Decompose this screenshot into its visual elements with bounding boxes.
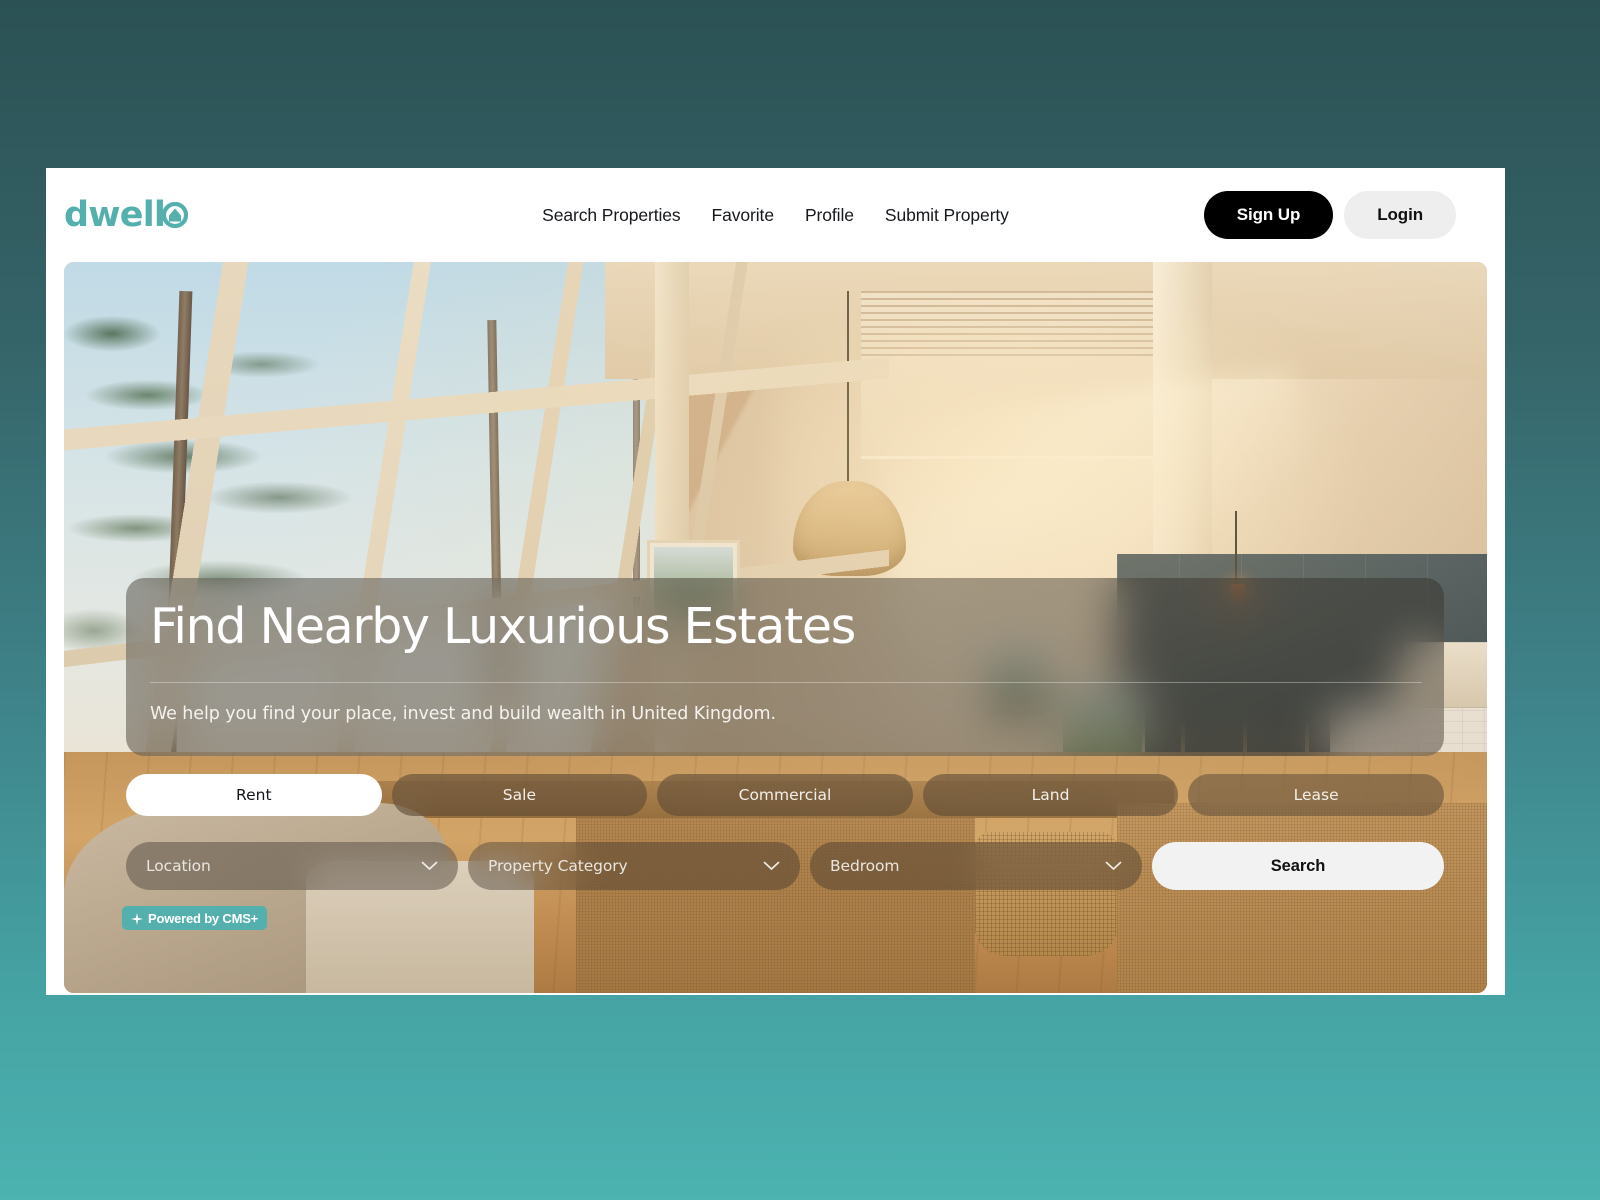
nav-favorite[interactable]: Favorite (712, 205, 775, 226)
sign-up-button[interactable]: Sign Up (1203, 191, 1334, 239)
powered-by-cms-badge[interactable]: Powered by CMS+ (122, 906, 268, 930)
page-title: Find Nearby Luxurious Estates (150, 598, 856, 655)
login-button[interactable]: Login (1344, 191, 1456, 239)
site-card: dwell Search Properties Favorite Profile… (46, 168, 1505, 995)
chevron-down-icon (1105, 861, 1122, 871)
bedroom-select-label: Bedroom (830, 857, 900, 875)
tab-land[interactable]: Land (922, 774, 1179, 816)
location-select[interactable]: Location (126, 842, 458, 890)
listing-type-tabs: Rent Sale Commercial Land Lease (126, 774, 1444, 816)
tab-rent[interactable]: Rent (126, 774, 382, 816)
site-header: dwell Search Properties Favorite Profile… (46, 168, 1505, 262)
hero-glass-panel: Find Nearby Luxurious Estates We help yo… (126, 578, 1444, 756)
search-button[interactable]: Search (1152, 842, 1444, 890)
tab-sale[interactable]: Sale (391, 774, 648, 816)
location-select-label: Location (146, 857, 211, 875)
brand-logo[interactable]: dwell (64, 194, 189, 235)
house-o-icon (162, 202, 189, 228)
bedroom-select[interactable]: Bedroom (810, 842, 1142, 890)
chevron-down-icon (421, 861, 438, 871)
pendant-cord (1234, 510, 1237, 584)
hero-subtitle: We help you find your place, invest and … (150, 704, 776, 724)
property-category-select[interactable]: Property Category (468, 842, 800, 890)
tab-lease[interactable]: Lease (1188, 774, 1444, 816)
divider (150, 682, 1422, 683)
chevron-down-icon (763, 861, 780, 871)
auth-group: Sign Up Login (1203, 191, 1487, 239)
powered-by-cms-label: Powered by CMS+ (148, 910, 259, 926)
brand-name: dwell (64, 194, 166, 235)
property-category-select-label: Property Category (488, 857, 628, 875)
jute-rug (1117, 802, 1487, 993)
hero-section: Find Nearby Luxurious Estates We help yo… (64, 262, 1487, 993)
search-filter-row: Location Property Category Bedroom Searc… (126, 842, 1444, 890)
sparkle-icon (131, 912, 143, 925)
nav-submit-property[interactable]: Submit Property (885, 205, 1009, 226)
main-nav: Search Properties Favorite Profile Submi… (542, 205, 1009, 226)
tab-commercial[interactable]: Commercial (657, 774, 913, 816)
nav-search-properties[interactable]: Search Properties (542, 205, 680, 226)
nav-profile[interactable]: Profile (805, 205, 854, 226)
